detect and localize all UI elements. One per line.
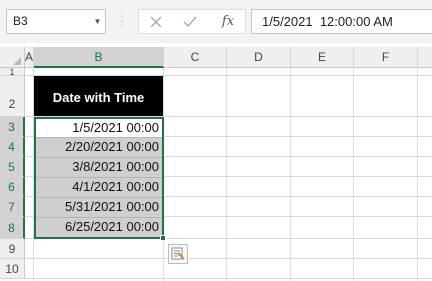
row-header-2[interactable]: 2	[0, 76, 25, 117]
gridline	[226, 68, 227, 281]
formula-input[interactable]: 1/5/2021 12:00:00 AM	[251, 9, 432, 34]
column-header-b[interactable]: B	[34, 47, 164, 68]
row-header-6[interactable]: 6	[0, 177, 25, 197]
chevron-down-icon[interactable]: ▼	[89, 9, 106, 34]
row-header-8[interactable]: 8	[0, 217, 25, 239]
row-header-1[interactable]: 1	[0, 68, 25, 77]
selection-border	[34, 117, 164, 239]
column-header-e[interactable]: E	[291, 47, 354, 68]
drag-handle-icon[interactable]: · · ·	[119, 11, 125, 32]
row-header-4[interactable]: 4	[0, 137, 25, 157]
row-header-3[interactable]: 3	[0, 117, 25, 137]
gridline	[25, 258, 432, 259]
column-header-d[interactable]: D	[227, 47, 291, 68]
row-header-9[interactable]: 9	[0, 239, 25, 259]
gridline	[417, 68, 418, 281]
gridline	[25, 278, 432, 279]
column-header-c[interactable]: C	[164, 47, 227, 68]
row-header-10[interactable]: 10	[0, 259, 25, 279]
gridline	[353, 68, 354, 281]
insert-function-button[interactable]: fx	[212, 9, 244, 34]
enter-checkmark-icon[interactable]	[176, 9, 204, 34]
cancel-x-icon[interactable]	[142, 9, 170, 34]
fill-handle[interactable]	[160, 235, 166, 241]
column-header-f[interactable]: F	[354, 47, 418, 68]
column-header-a[interactable]: A	[25, 47, 34, 68]
cell-b2-header[interactable]: Date with Time	[34, 76, 163, 116]
quick-analysis-button[interactable]	[168, 244, 188, 264]
quick-analysis-icon	[171, 247, 185, 260]
gridline	[290, 68, 291, 281]
row-header-7[interactable]: 7	[0, 197, 25, 217]
column-header-next[interactable]	[418, 47, 432, 68]
row-header-5[interactable]: 5	[0, 157, 25, 177]
select-all-triangle-icon	[13, 57, 21, 65]
